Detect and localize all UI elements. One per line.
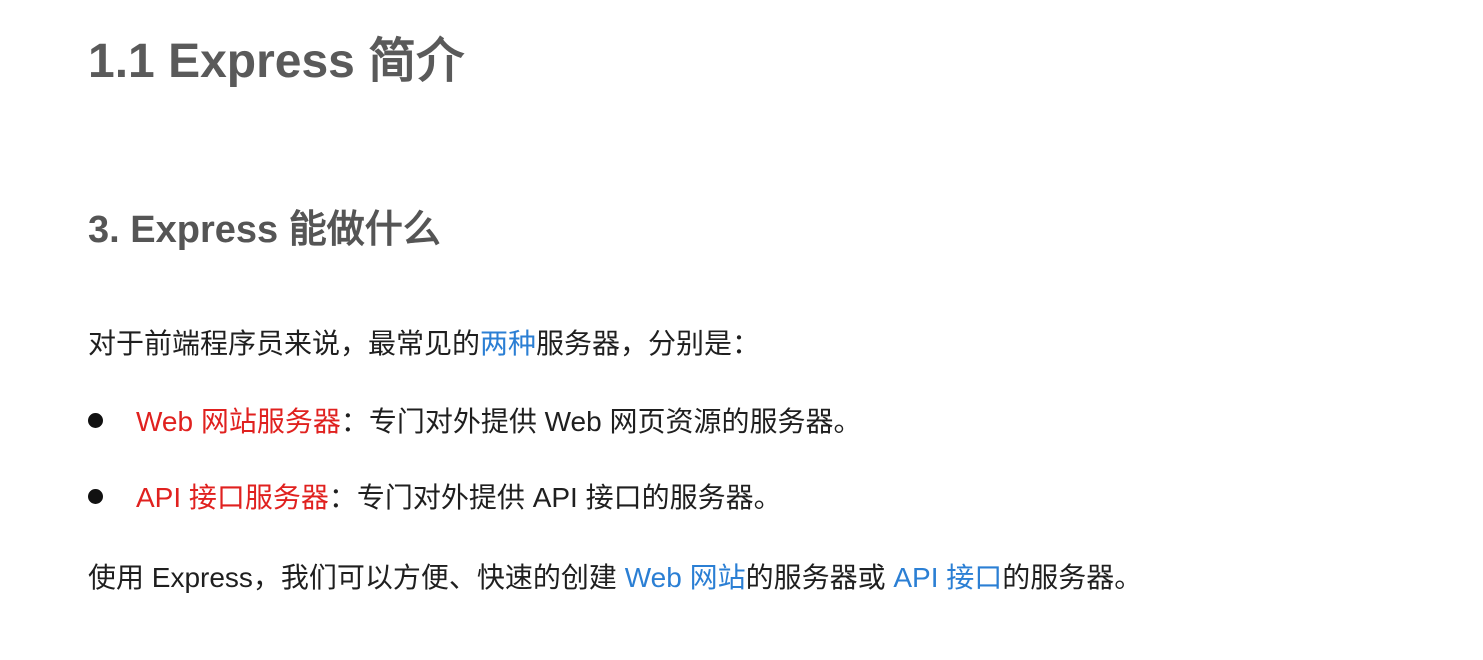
page-title: 1.1 Express 简介 [88, 35, 465, 88]
bullet-icon [88, 489, 103, 505]
summary-text-2: 的服务器或 [745, 562, 894, 593]
summary-link-web: Web 网站 [624, 562, 746, 593]
intro-highlight: 两种 [480, 328, 537, 359]
bullet-icon [88, 413, 103, 429]
section-heading: 3. Express 能做什么 [88, 209, 441, 251]
bullet-description: ：专门对外提供 API 接口的服务器。 [328, 482, 782, 513]
summary-link-api: API 接口 [893, 562, 1003, 593]
bullet-term: Web 网站服务器 [136, 406, 341, 437]
intro-text-after: 服务器，分别是： [536, 328, 761, 359]
intro-paragraph: 对于前端程序员来说，最常见的两种服务器，分别是： [88, 324, 760, 364]
bullet-term: API 接口服务器 [136, 482, 329, 513]
list-item: API 接口服务器：专门对外提供 API 接口的服务器。 [88, 478, 782, 518]
intro-text-before: 对于前端程序员来说，最常见的 [88, 328, 481, 359]
list-item: Web 网站服务器：专门对外提供 Web 网页资源的服务器。 [88, 402, 862, 442]
document-page: 1.1 Express 简介 3. Express 能做什么 对于前端程序员来说… [0, 0, 1483, 660]
summary-text-1: 使用 Express，我们可以方便、快速的创建 [88, 562, 625, 593]
summary-text-3: 的服务器。 [1002, 562, 1143, 593]
summary-paragraph: 使用 Express，我们可以方便、快速的创建 Web 网站的服务器或 API … [88, 558, 1142, 598]
bullet-description: ：专门对外提供 Web 网页资源的服务器。 [340, 406, 862, 437]
